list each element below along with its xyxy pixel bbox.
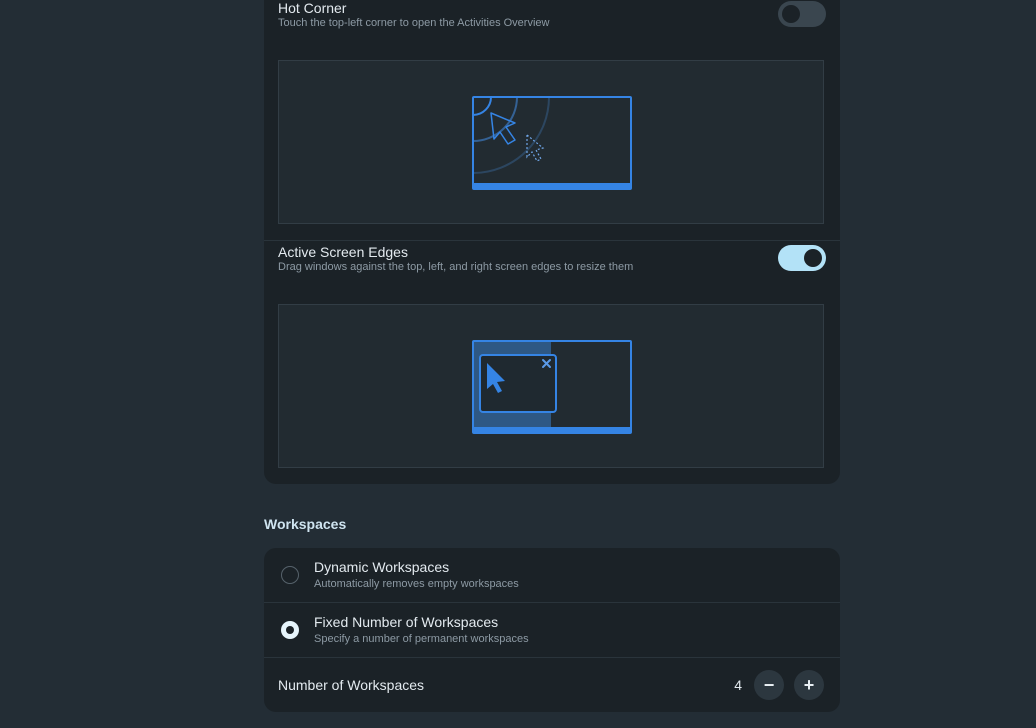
hot-corner-illustration xyxy=(472,96,632,190)
fixed-workspaces-subtitle: Specify a number of permanent workspaces xyxy=(314,633,529,645)
divider xyxy=(264,657,840,658)
fixed-workspaces-row[interactable]: Fixed Number of Workspaces Specify a num… xyxy=(264,603,840,657)
workspaces-card: Dynamic Workspaces Automatically removes… xyxy=(264,548,840,712)
hot-corner-row[interactable]: Hot Corner Touch the top-left corner to … xyxy=(264,0,840,48)
increment-button[interactable]: + xyxy=(794,670,824,700)
fixed-workspaces-radio[interactable] xyxy=(281,621,299,639)
active-edges-title: Active Screen Edges xyxy=(278,244,408,260)
workspace-count-value: 4 xyxy=(734,677,742,693)
dynamic-workspaces-radio[interactable] xyxy=(281,566,299,584)
hot-corner-title: Hot Corner xyxy=(278,0,347,16)
divider xyxy=(264,240,840,241)
hot-corner-preview xyxy=(278,60,824,224)
decrement-button[interactable]: − xyxy=(754,670,784,700)
switch-knob xyxy=(804,249,822,267)
hot-corner-subtitle: Touch the top-left corner to open the Ac… xyxy=(278,17,550,29)
hot-corner-switch[interactable] xyxy=(778,1,826,27)
active-edges-subtitle: Drag windows against the top, left, and … xyxy=(278,261,634,273)
workspaces-section-title: Workspaces xyxy=(264,516,347,532)
switch-knob xyxy=(782,5,800,23)
dynamic-workspaces-subtitle: Automatically removes empty workspaces xyxy=(314,578,519,590)
fixed-workspaces-title: Fixed Number of Workspaces xyxy=(314,614,499,630)
active-edges-preview xyxy=(278,304,824,468)
active-edges-row[interactable]: Active Screen Edges Drag windows against… xyxy=(264,244,840,292)
dynamic-workspaces-row[interactable]: Dynamic Workspaces Automatically removes… xyxy=(264,548,840,602)
multitasking-card: Hot Corner Touch the top-left corner to … xyxy=(264,0,840,484)
dynamic-workspaces-title: Dynamic Workspaces xyxy=(314,559,450,575)
active-edges-switch[interactable] xyxy=(778,245,826,271)
active-edges-illustration xyxy=(472,340,632,434)
number-of-workspaces-label: Number of Workspaces xyxy=(278,677,425,693)
settings-page: Hot Corner Touch the top-left corner to … xyxy=(0,0,1036,728)
